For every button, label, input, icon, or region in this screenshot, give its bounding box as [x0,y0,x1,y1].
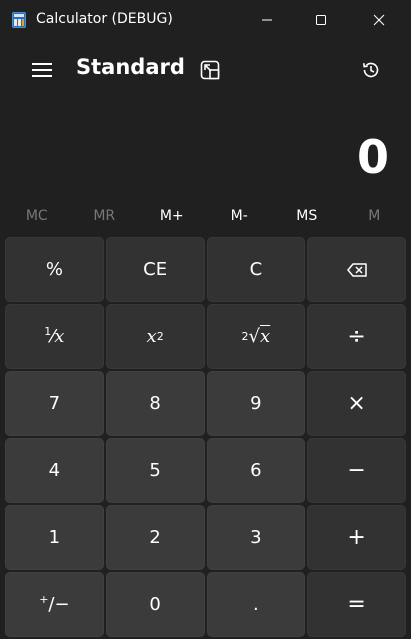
memory-store-button[interactable]: MS [273,203,341,229]
equals-button[interactable]: = [307,572,406,637]
keypad: % CE C 1⁄x x2 2√x ÷ 7 8 9 × 4 5 6 − [5,237,406,637]
history-button[interactable] [352,52,390,88]
reciprocal-button[interactable]: 1 ⁄ x [5,304,104,369]
calculator-mode-title: Standard [76,55,185,79]
keep-on-top-icon [200,60,220,80]
negate-plus: + [39,593,49,606]
backspace-button[interactable] [307,237,406,302]
digit-0-button[interactable]: 0 [105,572,205,637]
square-base: x [146,326,157,347]
digit-3-button[interactable]: 3 [206,505,306,570]
reciprocal-denominator: x [54,326,65,347]
digit-6-button[interactable]: 6 [206,438,306,503]
digit-5-button[interactable]: 5 [105,438,205,503]
square-exponent: 2 [156,330,164,343]
square-button[interactable]: x2 [105,304,205,369]
hamburger-menu-icon [32,63,52,77]
memory-clear-button[interactable]: MC [3,203,71,229]
calculator-app-icon [12,12,26,28]
calculator-window: Calculator (DEBUG) Standard 0 MC MR M+ M… [0,0,411,639]
digit-7-button[interactable]: 7 [5,371,104,436]
digit-1-button[interactable]: 1 [5,505,104,570]
multiply-button[interactable]: × [307,371,406,436]
title-bar[interactable]: Calculator (DEBUG) [0,0,411,40]
memory-list-button[interactable]: M [341,203,409,229]
digit-4-button[interactable]: 4 [5,438,104,503]
digit-8-button[interactable]: 8 [105,371,205,436]
add-button[interactable]: + [307,505,406,570]
memory-recall-button[interactable]: MR [71,203,139,229]
sqrt-radical-icon: √ [248,326,261,347]
close-button[interactable] [352,0,406,40]
decimal-point-button[interactable]: . [206,572,306,637]
window-title: Calculator (DEBUG) [36,11,173,27]
result-display: 0 [356,130,389,184]
sqrt-radicand: x [260,326,271,347]
percent-button[interactable]: % [5,237,104,302]
maximize-icon [316,15,326,25]
negate-minus: /− [48,594,70,615]
memory-add-button[interactable]: M+ [138,203,206,229]
digit-2-button[interactable]: 2 [105,505,205,570]
subtract-button[interactable]: − [307,438,406,503]
minimize-icon [262,19,272,21]
minimize-button[interactable] [240,0,294,40]
backspace-icon [346,262,367,277]
sqrt-index: 2 [241,330,249,343]
close-icon [373,14,385,26]
keep-on-top-button[interactable] [192,52,228,88]
divide-button[interactable]: ÷ [307,304,406,369]
reciprocal-numerator: 1 [44,325,52,338]
clear-entry-button[interactable]: CE [105,237,205,302]
negate-button[interactable]: +/− [5,572,104,637]
digit-9-button[interactable]: 9 [206,371,306,436]
square-root-button[interactable]: 2 √ x [206,304,306,369]
navigation-menu-button[interactable] [22,52,62,88]
memory-subtract-button[interactable]: M- [206,203,274,229]
history-icon [363,62,379,78]
clear-button[interactable]: C [206,237,306,302]
memory-row: MC MR M+ M- MS M [3,203,408,229]
maximize-button[interactable] [294,0,348,40]
